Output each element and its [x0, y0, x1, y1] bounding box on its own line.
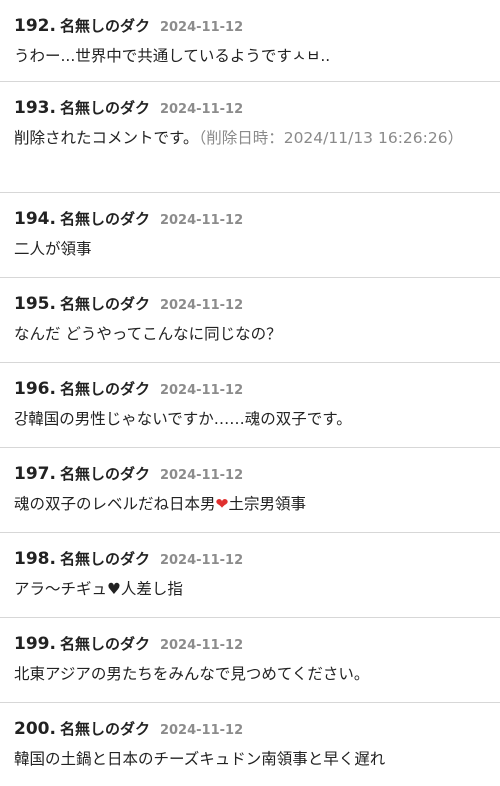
comment-list: 192. 名無しのダク 2024-11-12 うわー...世界中で共通しているよ…: [0, 0, 500, 786]
comment-meta: 193. 名無しのダク 2024-11-12: [14, 97, 486, 119]
heart-black-icon: ♥: [107, 580, 121, 598]
comment-number[interactable]: 193.: [14, 97, 56, 119]
comment-text-suffix: ㅅㅂ..: [291, 47, 331, 65]
comment-item: 198. 名無しのダク 2024-11-12 アラ～チギュ♥人差し指: [0, 533, 500, 618]
comment-text: 魂の双子のレベルだね日本男: [14, 495, 216, 513]
comment-body: 韓国の土鍋と日本のチーズキュドン南領事と早く遅れ: [14, 746, 486, 772]
comment-author: 名無しのダク: [59, 99, 150, 117]
comment-date: 2024-11-12: [159, 102, 244, 117]
comment-author: 名無しのダク: [59, 210, 150, 228]
comment-number[interactable]: 192.: [14, 15, 56, 37]
comment-number[interactable]: 195.: [14, 293, 56, 315]
comment-number[interactable]: 196.: [14, 378, 56, 400]
comment-date: 2024-11-12: [159, 20, 244, 35]
comment-item: 197. 名無しのダク 2024-11-12 魂の双子のレベルだね日本男❤土宗男…: [0, 448, 500, 533]
comment-body: 魂の双子のレベルだね日本男❤土宗男領事: [14, 491, 486, 517]
comment-item: 194. 名無しのダク 2024-11-12 二人が領事: [0, 193, 500, 278]
comment-date: 2024-11-12: [159, 213, 244, 228]
comment-text: 강韓国の男性じゃないですか……魂の双子です。: [14, 410, 352, 428]
comment-meta: 194. 名無しのダク 2024-11-12: [14, 208, 486, 230]
comment-number[interactable]: 197.: [14, 463, 56, 485]
comment-meta: 197. 名無しのダク 2024-11-12: [14, 463, 486, 485]
comment-text: 人差し指: [120, 580, 183, 598]
comment-item: 193. 名無しのダク 2024-11-12 削除されたコメントです。（削除日時…: [0, 82, 500, 193]
comment-date: 2024-11-12: [159, 468, 244, 483]
comment-item: 199. 名無しのダク 2024-11-12 北東アジアの男たちをみんなで見つめ…: [0, 618, 500, 703]
comment-meta: 195. 名無しのダク 2024-11-12: [14, 293, 486, 315]
deleted-note: （削除日時：2024/11/13 16:26:26）: [198, 129, 464, 147]
heart-red-icon: ❤: [215, 495, 229, 513]
comment-author: 名無しのダク: [59, 17, 150, 35]
comment-text: 韓国の土鍋と日本のチーズキュドン南領事と早く遅れ: [14, 750, 386, 768]
comment-meta: 192. 名無しのダク 2024-11-12: [14, 15, 486, 37]
comment-meta: 198. 名無しのダク 2024-11-12: [14, 548, 486, 570]
comment-number[interactable]: 200.: [14, 718, 56, 740]
comment-date: 2024-11-12: [159, 383, 244, 398]
comment-number[interactable]: 199.: [14, 633, 56, 655]
comment-date: 2024-11-12: [159, 638, 244, 653]
comment-date: 2024-11-12: [159, 553, 244, 568]
comment-author: 名無しのダク: [59, 635, 150, 653]
comment-body: 北東アジアの男たちをみんなで見つめてください。: [14, 661, 486, 687]
comment-author: 名無しのダク: [59, 380, 150, 398]
comment-meta: 199. 名無しのダク 2024-11-12: [14, 633, 486, 655]
comment-author: 名無しのダク: [59, 295, 150, 313]
comment-body: 削除されたコメントです。（削除日時：2024/11/13 16:26:26）: [14, 125, 486, 151]
comment-body: なんだ どうやってこんなに同じなの？: [14, 321, 486, 347]
comment-text: 削除されたコメントです。: [14, 129, 199, 147]
comment-text: 二人が領事: [14, 240, 92, 258]
comment-number[interactable]: 194.: [14, 208, 56, 230]
comment-date: 2024-11-12: [159, 723, 244, 738]
comment-body: 강韓国の男性じゃないですか……魂の双子です。: [14, 406, 486, 432]
comment-meta: 200. 名無しのダク 2024-11-12: [14, 718, 486, 740]
comment-meta: 196. 名無しのダク 2024-11-12: [14, 378, 486, 400]
comment-date: 2024-11-12: [159, 298, 244, 313]
comment-text: アラ～チギュ: [14, 580, 108, 598]
comment-author: 名無しのダク: [59, 720, 150, 738]
comment-text: 北東アジアの男たちをみんなで見つめてください。: [14, 665, 370, 683]
comment-text: 土宗男領事: [228, 495, 307, 513]
comment-number[interactable]: 198.: [14, 548, 56, 570]
comment-body: アラ～チギュ♥人差し指: [14, 576, 486, 602]
comment-item: 192. 名無しのダク 2024-11-12 うわー...世界中で共通しているよ…: [0, 0, 500, 82]
comment-item: 195. 名無しのダク 2024-11-12 なんだ どうやってこんなに同じなの…: [0, 278, 500, 363]
comment-author: 名無しのダク: [59, 550, 150, 568]
comment-body: 二人が領事: [14, 236, 486, 262]
comment-item: 196. 名無しのダク 2024-11-12 강韓国の男性じゃないですか……魂の…: [0, 363, 500, 448]
comment-author: 名無しのダク: [59, 465, 150, 483]
comment-text: なんだ どうやってこんなに同じなの？: [14, 325, 282, 343]
comment-text: うわー...世界中で共通しているようです: [14, 47, 292, 65]
comment-body: うわー...世界中で共通しているようですㅅㅂ..: [14, 43, 486, 69]
